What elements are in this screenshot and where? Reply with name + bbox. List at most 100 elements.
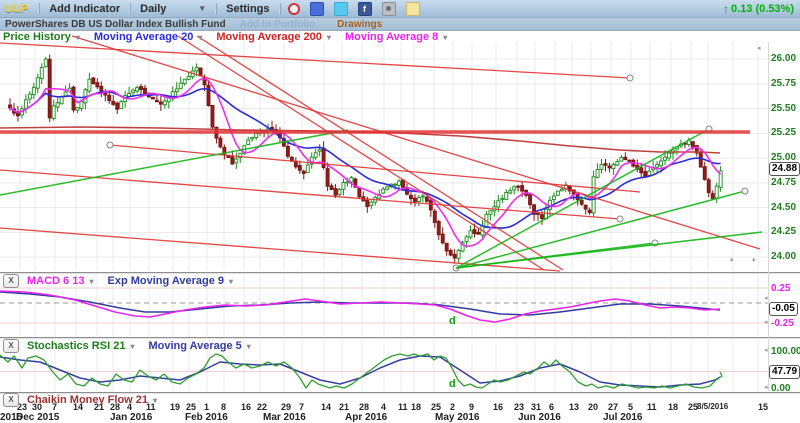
symbol-label: UUP bbox=[5, 3, 28, 15]
month-label: Jan 2016 bbox=[110, 412, 152, 423]
date-tick-label: 31 bbox=[531, 402, 541, 412]
ma8-label: Moving Average 8 bbox=[345, 31, 438, 43]
ma8-dropdown[interactable]: Moving Average 8 ▾ bbox=[345, 31, 447, 43]
chevron-down-icon: ▾ bbox=[76, 33, 80, 42]
drawings-link[interactable]: Drawings bbox=[337, 19, 382, 30]
stoch-ma-dropdown[interactable]: Moving Average 5 ▾ bbox=[148, 340, 250, 352]
date-tick-label: 15 bbox=[758, 402, 768, 412]
stoch-value-box: 47.79 bbox=[769, 365, 800, 379]
macd-panel-header: X MACD 6 13 ▾ Exp Moving Average 9 ▾ bbox=[3, 274, 247, 288]
add-to-portfolio-link[interactable]: Add to Portfolio bbox=[240, 19, 316, 30]
ma20-label: Moving Average 20 bbox=[94, 31, 193, 43]
settings-button[interactable]: Settings bbox=[226, 3, 269, 15]
chaikin-label: Chaikin Money Flow 21 bbox=[27, 394, 148, 406]
fund-name: PowerShares DB US Dollar Index Bullish F… bbox=[5, 19, 226, 30]
date-tick-label: 20 bbox=[588, 402, 598, 412]
date-tick-label: 29 bbox=[281, 402, 291, 412]
month-label: May 2016 bbox=[435, 412, 479, 423]
date-tick-label: 19 bbox=[170, 402, 180, 412]
facebook-icon[interactable]: f bbox=[358, 2, 372, 16]
up-arrow-icon: ↑ bbox=[723, 2, 729, 16]
chaikin-dropdown[interactable]: Chaikin Money Flow 21 ▾ bbox=[27, 394, 157, 406]
add-indicator-button[interactable]: Add Indicator bbox=[49, 3, 120, 15]
stoch-label: Stochastics RSI 21 bbox=[27, 340, 125, 352]
macd-signal-dropdown[interactable]: Exp Moving Average 9 ▾ bbox=[107, 275, 233, 287]
date-tick-label: 25 bbox=[431, 402, 441, 412]
chaikin-panel-header: X Chaikin Money Flow 21 ▾ bbox=[3, 393, 171, 407]
macd-dropdown[interactable]: MACD 6 13 ▾ bbox=[27, 275, 93, 287]
twitter-icon[interactable] bbox=[334, 2, 348, 16]
last-date-label: 8/5/2016 bbox=[697, 402, 728, 411]
stoch-panel-header: X Stochastics RSI 21 ▾ Moving Average 5 … bbox=[3, 339, 265, 353]
chevron-down-icon: ▾ bbox=[130, 342, 134, 351]
date-tick-label: 5 bbox=[628, 402, 633, 412]
ma200-dropdown[interactable]: Moving Average 200 ▾ bbox=[216, 31, 331, 43]
date-axis-months: 2015Dec 2015Jan 2016Feb 2016Mar 2016Apr … bbox=[0, 412, 800, 423]
chevron-down-icon: ▾ bbox=[443, 33, 447, 42]
date-tick-label: 22 bbox=[257, 402, 267, 412]
close-chaikin-button[interactable]: X bbox=[3, 393, 19, 407]
charting-app: 26.0025.7525.5025.2525.0024.7524.5024.25… bbox=[0, 0, 800, 423]
interval-dropdown[interactable]: Daily ▼ bbox=[140, 3, 206, 15]
month-label: Feb 2016 bbox=[185, 412, 228, 423]
price-change-badge: ↑ 0.13 (0.53%) bbox=[723, 2, 794, 16]
date-tick-label: 8 bbox=[221, 402, 226, 412]
date-tick-label: 27 bbox=[608, 402, 618, 412]
current-price-box: 24.88 bbox=[769, 162, 800, 176]
date-tick-label: 16 bbox=[493, 402, 503, 412]
close-stoch-button[interactable]: X bbox=[3, 339, 19, 353]
divider bbox=[38, 3, 40, 14]
toolbar: UUP Add Indicator Daily ▼ Settings f ↑ 0… bbox=[0, 0, 800, 18]
date-tick-label: 9 bbox=[469, 402, 474, 412]
date-tick-label: 11 bbox=[398, 402, 408, 412]
date-tick-label: 11 bbox=[647, 402, 657, 412]
price-change-text: 0.13 (0.53%) bbox=[731, 3, 794, 15]
macd-value-box: -0.05 bbox=[769, 302, 798, 316]
date-tick-label: 2 bbox=[450, 402, 455, 412]
date-tick-label: 25 bbox=[186, 402, 196, 412]
macd-signal-label: Exp Moving Average 9 bbox=[107, 275, 224, 287]
interval-value: Daily bbox=[140, 3, 166, 15]
divider bbox=[129, 3, 131, 14]
date-tick-label: 16 bbox=[241, 402, 251, 412]
month-label: Mar 2016 bbox=[263, 412, 306, 423]
month-label: Jun 2016 bbox=[518, 412, 561, 423]
date-tick-label: 13 bbox=[569, 402, 579, 412]
date-tick-label: 1 bbox=[204, 402, 209, 412]
price-history-dropdown[interactable]: Price History ▾ bbox=[3, 31, 80, 43]
date-tick-label: 21 bbox=[339, 402, 349, 412]
chevron-down-icon: ▾ bbox=[198, 33, 202, 42]
date-tick-label: 28 bbox=[359, 402, 369, 412]
symbol-subbar: PowerShares DB US Dollar Index Bullish F… bbox=[0, 18, 800, 31]
date-tick-label: 4 bbox=[381, 402, 386, 412]
chart-canvas[interactable] bbox=[0, 0, 800, 423]
chevron-down-icon: ▾ bbox=[229, 277, 233, 286]
divider bbox=[215, 3, 217, 14]
date-tick-label: 23 bbox=[514, 402, 524, 412]
close-macd-button[interactable]: X bbox=[3, 274, 19, 288]
camera-icon[interactable] bbox=[382, 2, 396, 16]
date-tick-label: 14 bbox=[321, 402, 331, 412]
chevron-down-icon: ▾ bbox=[247, 342, 251, 351]
chevron-down-icon: ▼ bbox=[198, 4, 206, 13]
stoch-ma-label: Moving Average 5 bbox=[148, 340, 241, 352]
chevron-down-icon: ▾ bbox=[89, 277, 93, 286]
alarm-icon[interactable] bbox=[288, 3, 300, 15]
ma20-dropdown[interactable]: Moving Average 20 ▾ bbox=[94, 31, 202, 43]
date-tick-label: 6 bbox=[549, 402, 554, 412]
month-label: Apr 2016 bbox=[345, 412, 387, 423]
ma200-label: Moving Average 200 bbox=[216, 31, 322, 43]
divider bbox=[279, 3, 281, 14]
chevron-down-icon: ▾ bbox=[327, 33, 331, 42]
month-label: Dec 2015 bbox=[16, 412, 59, 423]
date-tick-label: 18 bbox=[668, 402, 678, 412]
price-history-label: Price History bbox=[3, 31, 71, 43]
chevron-down-icon: ▾ bbox=[153, 396, 157, 405]
date-tick-label: 18 bbox=[411, 402, 421, 412]
notes-icon[interactable] bbox=[406, 2, 420, 16]
main-indicator-row: Price History ▾ Moving Average 20 ▾ Movi… bbox=[3, 31, 461, 43]
stoch-dropdown[interactable]: Stochastics RSI 21 ▾ bbox=[27, 340, 134, 352]
date-tick-label: 7 bbox=[299, 402, 304, 412]
macd-label: MACD 6 13 bbox=[27, 275, 84, 287]
market-icon[interactable] bbox=[310, 2, 324, 16]
